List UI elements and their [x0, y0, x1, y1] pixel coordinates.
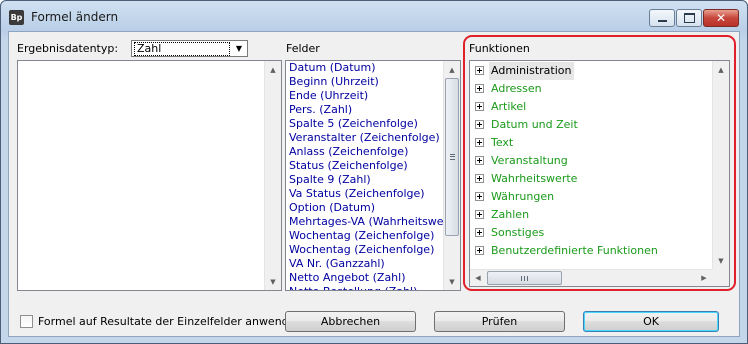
- window-title: Formel ändern: [31, 10, 119, 24]
- function-category-label: Adressen: [491, 82, 542, 95]
- functions-vscrollbar[interactable]: ▲ ▼: [712, 61, 729, 269]
- close-button[interactable]: ✕: [703, 9, 739, 27]
- scroll-up-icon[interactable]: ▲: [265, 61, 281, 78]
- scroll-down-icon[interactable]: ▼: [444, 273, 460, 290]
- grip-icon: [450, 154, 455, 160]
- field-item[interactable]: Anlass (Zeichenfolge): [289, 145, 443, 159]
- field-item[interactable]: Spalte 9 (Zahl): [289, 173, 443, 187]
- scroll-down-icon[interactable]: ▼: [265, 273, 281, 290]
- expand-plus-icon[interactable]: [475, 66, 484, 75]
- functions-hscrollbar[interactable]: ◀ ▶: [470, 269, 712, 286]
- field-item[interactable]: Ende (Uhrzeit): [289, 89, 443, 103]
- minimize-icon: [650, 10, 674, 26]
- expand-plus-icon[interactable]: [475, 84, 484, 93]
- field-item[interactable]: Option (Datum): [289, 201, 443, 215]
- functions-hscroll-thumb[interactable]: [487, 271, 562, 285]
- minimize-button[interactable]: [649, 9, 675, 27]
- field-item[interactable]: Wochentag (Zeichenfolge): [289, 243, 443, 257]
- ok-button[interactable]: OK: [583, 311, 719, 332]
- formula-editor-scrollbar[interactable]: ▲ ▼: [264, 61, 281, 290]
- fields-items: Datum (Datum) Beginn (Uhrzeit) Ende (Uhrze…: [286, 61, 457, 290]
- function-category-label: Datum und Zeit: [491, 118, 578, 131]
- fields-header: Felder: [286, 42, 320, 55]
- field-item[interactable]: Pers. (Zahl): [289, 103, 443, 117]
- expand-plus-icon[interactable]: [475, 102, 484, 111]
- maximize-icon: [677, 10, 701, 26]
- scroll-up-icon[interactable]: ▲: [444, 61, 460, 78]
- result-type-value: Zahl: [134, 42, 230, 56]
- scroll-right-icon[interactable]: ▶: [696, 270, 712, 286]
- field-item[interactable]: VA Nr. (Ganzzahl): [289, 257, 443, 271]
- expand-plus-icon[interactable]: [475, 192, 484, 201]
- expand-plus-icon[interactable]: [475, 228, 484, 237]
- check-button[interactable]: Prüfen: [434, 311, 565, 332]
- maximize-button[interactable]: [676, 9, 702, 27]
- function-category-label: Artikel: [491, 100, 527, 113]
- expand-plus-icon[interactable]: [475, 156, 484, 165]
- field-item[interactable]: Va Status (Zeichenfolge): [289, 187, 443, 201]
- app-icon: Bp: [9, 10, 24, 25]
- functions-tree[interactable]: Administration Adressen Artikel Datum und Z…: [469, 60, 730, 287]
- field-item[interactable]: Datum (Datum): [289, 61, 443, 75]
- apply-to-fields-label[interactable]: Formel auf Resultate der Einzelfelder an…: [38, 315, 302, 328]
- scroll-corner: [712, 269, 729, 286]
- function-category-label: Text: [491, 136, 514, 149]
- title-bar[interactable]: Bp Formel ändern ✕: [1, 1, 747, 31]
- function-category-label: Wahrheitswerte: [491, 172, 578, 185]
- field-item[interactable]: Mehrtages-VA (Wahrheitswert): [289, 215, 457, 229]
- field-item[interactable]: Beginn (Uhrzeit): [289, 75, 443, 89]
- dialog-body: Ergebnisdatentyp: Zahl ▼ ▲ ▼ Felder Datu…: [8, 31, 740, 337]
- expand-plus-icon[interactable]: [475, 210, 484, 219]
- field-item[interactable]: Veranstalter (Zeichenfolge): [289, 131, 443, 145]
- fields-list[interactable]: Datum (Datum) Beginn (Uhrzeit) Ende (Uhrze…: [285, 60, 461, 291]
- apply-to-fields-checkbox[interactable]: [20, 315, 33, 328]
- field-item[interactable]: Wochentag (Zeichenfolge): [289, 229, 443, 243]
- formula-dialog: Bp Formel ändern ✕ Ergebnisdatentyp: Zah…: [0, 0, 748, 344]
- field-item[interactable]: Netto Angebot (Zahl): [289, 271, 443, 285]
- function-category-label: Administration: [489, 62, 574, 80]
- function-category-label: Benutzerdefinierte Funktionen: [491, 244, 658, 257]
- result-type-label: Ergebnisdatentyp:: [17, 42, 119, 55]
- scroll-down-icon[interactable]: ▼: [713, 252, 729, 269]
- expand-plus-icon[interactable]: [475, 174, 484, 183]
- scroll-up-icon[interactable]: ▲: [713, 61, 729, 78]
- field-item[interactable]: Status (Zeichenfolge): [289, 159, 443, 173]
- chevron-down-icon: ▼: [235, 44, 243, 53]
- fields-scrollbar[interactable]: ▲ ▼: [443, 61, 460, 290]
- expand-plus-icon[interactable]: [475, 120, 484, 129]
- expand-plus-icon[interactable]: [475, 138, 484, 147]
- scroll-left-icon[interactable]: ◀: [470, 270, 486, 286]
- function-category-label: Zahlen: [491, 208, 530, 221]
- function-category-label: Veranstaltung: [491, 154, 568, 167]
- functions-header: Funktionen: [469, 42, 530, 55]
- grip-icon: [520, 276, 528, 281]
- field-item[interactable]: Spalte 5 (Zeichenfolge): [289, 117, 443, 131]
- result-type-dropdown[interactable]: Zahl ▼: [131, 40, 248, 57]
- field-item[interactable]: Netto Bestellung (Zahl): [289, 285, 443, 290]
- function-category-label: Währungen: [491, 190, 555, 203]
- formula-editor[interactable]: ▲ ▼: [17, 60, 282, 291]
- close-icon: ✕: [715, 11, 727, 25]
- fields-scroll-thumb[interactable]: [445, 78, 459, 236]
- function-category-label: Sonstiges: [491, 226, 545, 239]
- cancel-button[interactable]: Abbrechen: [285, 311, 416, 332]
- expand-plus-icon[interactable]: [475, 246, 484, 255]
